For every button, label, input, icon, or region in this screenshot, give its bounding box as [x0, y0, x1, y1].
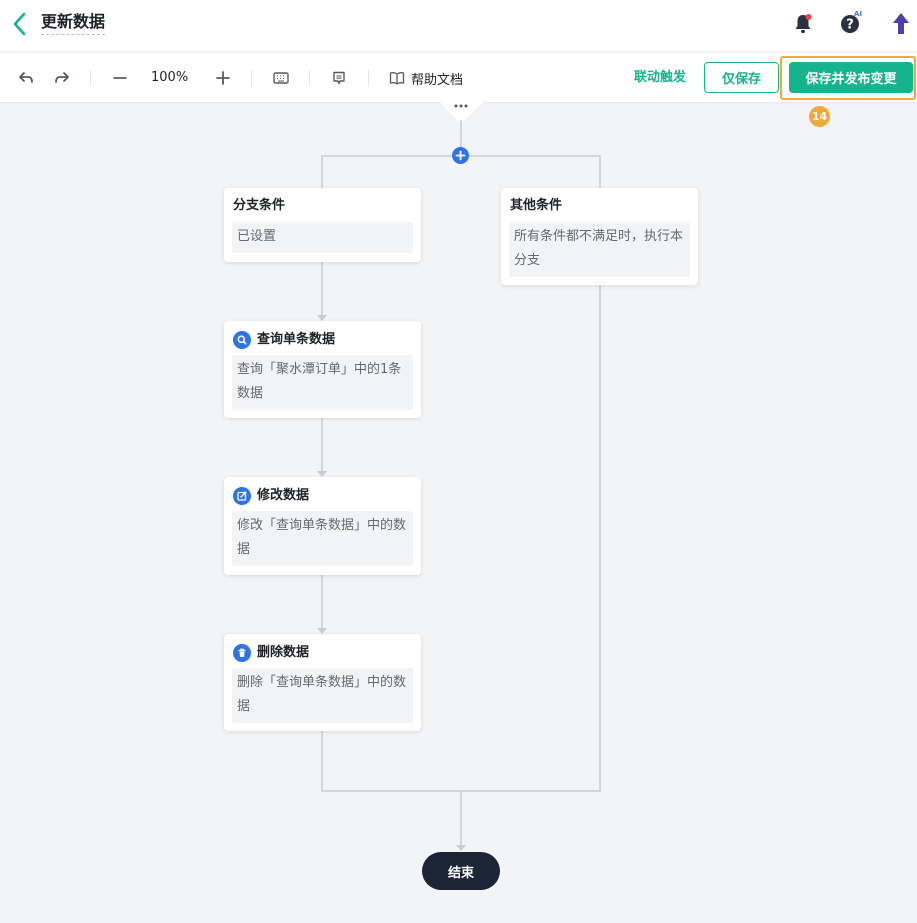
update-data-node[interactable]: 修改数据 修改「查询单条数据」中的数据	[224, 477, 421, 575]
node-title-text: 修改数据	[257, 488, 310, 503]
plus-icon	[455, 150, 466, 161]
add-branch-button[interactable]	[452, 147, 469, 164]
trash-icon	[233, 644, 251, 662]
branch-condition-node[interactable]: 分支条件 已设置	[224, 188, 421, 262]
more-dot	[464, 104, 468, 108]
node-description: 删除「查询单条数据」中的数据	[232, 668, 413, 723]
flow-connectors	[317, 102, 601, 851]
query-single-data-node[interactable]: 查询单条数据 查询「聚水潭订单」中的1条数据	[224, 321, 421, 418]
node-title: 其他条件	[510, 198, 563, 213]
node-title: 修改数据	[233, 487, 309, 505]
edit-icon	[233, 487, 251, 505]
node-title: 分支条件	[233, 198, 286, 213]
node-description: 已设置	[232, 222, 413, 253]
node-title: 查询单条数据	[233, 331, 335, 349]
node-description: 修改「查询单条数据」中的数据	[232, 511, 413, 566]
delete-data-node[interactable]: 删除数据 删除「查询单条数据」中的数据	[224, 634, 421, 731]
node-title-text: 查询单条数据	[257, 332, 336, 347]
node-title: 删除数据	[233, 644, 309, 662]
node-description: 查询「聚水潭订单」中的1条数据	[232, 355, 413, 410]
search-icon	[233, 331, 251, 349]
more-dot	[454, 104, 458, 108]
node-description: 所有条件都不满足时，执行本分支	[509, 222, 690, 277]
other-condition-node[interactable]: 其他条件 所有条件都不满足时，执行本分支	[501, 188, 698, 285]
arrow-head	[456, 845, 466, 851]
node-title-text: 删除数据	[257, 645, 310, 660]
parent-node-tab	[440, 102, 484, 121]
end-node[interactable]: 结束	[422, 852, 500, 890]
more-dot	[459, 104, 463, 108]
